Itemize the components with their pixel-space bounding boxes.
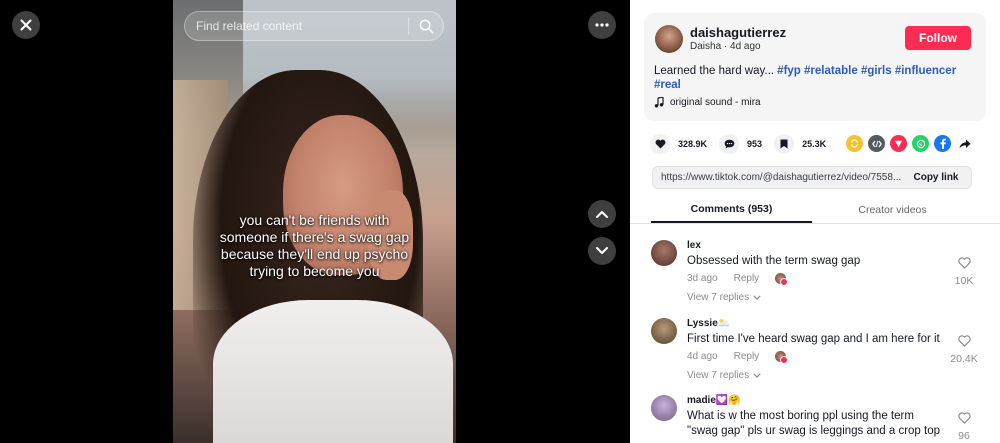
facebook-icon[interactable] — [934, 135, 951, 152]
related-search-bar[interactable]: Find related content — [184, 11, 444, 41]
comment-button[interactable] — [719, 134, 740, 154]
share-arrow-icon[interactable] — [956, 135, 973, 152]
music-label[interactable]: original sound - mira — [670, 97, 761, 108]
author-display-name: Daisha — [690, 41, 722, 52]
comment-action[interactable]: 953 — [719, 134, 762, 154]
caption-text: Learned the hard way... — [654, 65, 778, 77]
follow-button[interactable]: Follow — [905, 26, 971, 50]
related-search-input[interactable]: Find related content — [185, 19, 408, 33]
overlay-line: you can't be friends with — [239, 212, 390, 228]
author-avatar[interactable] — [655, 25, 683, 53]
music-note-icon — [654, 97, 664, 108]
close-button[interactable] — [12, 11, 40, 39]
embed-icon[interactable] — [868, 135, 885, 152]
hashtag-link[interactable]: #influencer — [895, 65, 956, 77]
search-button[interactable] — [409, 11, 443, 41]
action-bar: 328.9K 953 25.3K — [650, 134, 838, 154]
overlay-line: because they'll end up psycho — [220, 246, 409, 262]
save-action[interactable]: 25.3K — [774, 134, 826, 154]
chevron-up-icon — [596, 211, 608, 218]
heart-icon — [655, 139, 665, 149]
overlay-line: someone if there's a swag gap — [219, 229, 410, 245]
bookmark-icon — [780, 139, 788, 149]
repost-icon[interactable] — [846, 135, 863, 152]
search-icon — [419, 19, 433, 33]
hashtag-link[interactable]: #fyp — [777, 65, 801, 77]
bookmark-button[interactable] — [774, 134, 795, 154]
meta-separator: · — [721, 41, 731, 52]
share-row — [846, 135, 973, 152]
video-url[interactable]: https://www.tiktok.com/@daishagutierrez/… — [653, 172, 901, 183]
hashtag-link[interactable]: #real — [654, 79, 681, 91]
save-count: 25.3K — [802, 139, 827, 149]
author-username[interactable]: daishagutierrez — [690, 25, 786, 40]
send-to-friend-icon[interactable] — [890, 135, 907, 152]
close-icon — [20, 19, 32, 31]
video-stage: Find related content you can't be friend… — [0, 0, 630, 443]
comment-icon — [724, 139, 734, 149]
whatsapp-icon[interactable] — [912, 135, 929, 152]
copy-link-button[interactable]: Copy link — [901, 172, 971, 183]
chevron-down-icon — [596, 247, 608, 254]
like-count: 328.9K — [678, 139, 708, 149]
next-video-button[interactable] — [588, 237, 616, 265]
previous-video-button[interactable] — [588, 200, 616, 228]
like-button[interactable] — [650, 134, 670, 154]
overlay-line: trying to become you — [249, 263, 380, 279]
music-link[interactable]: original sound - mira — [654, 97, 761, 108]
more-icon — [595, 23, 609, 27]
author-meta: Daisha · 4d ago — [690, 41, 761, 52]
share-link-box: https://www.tiktok.com/@daishagutierrez/… — [652, 166, 972, 189]
video-text-overlay: you can't be friends with someone if the… — [173, 212, 456, 280]
person-shirt — [213, 300, 453, 443]
video-caption: Learned the hard way... #fyp #relatable … — [654, 64, 974, 92]
like-action[interactable]: 328.9K — [650, 134, 707, 154]
post-time: 4d ago — [730, 41, 761, 52]
author-card: daishagutierrez Daisha · 4d ago Follow L… — [644, 13, 986, 121]
details-panel: daishagutierrez Daisha · 4d ago Follow L… — [630, 0, 1000, 443]
more-options-button[interactable] — [588, 11, 616, 39]
hashtag-link[interactable]: #girls — [861, 65, 892, 77]
comment-count: 953 — [747, 139, 763, 149]
hashtag-link[interactable]: #relatable — [804, 65, 858, 77]
